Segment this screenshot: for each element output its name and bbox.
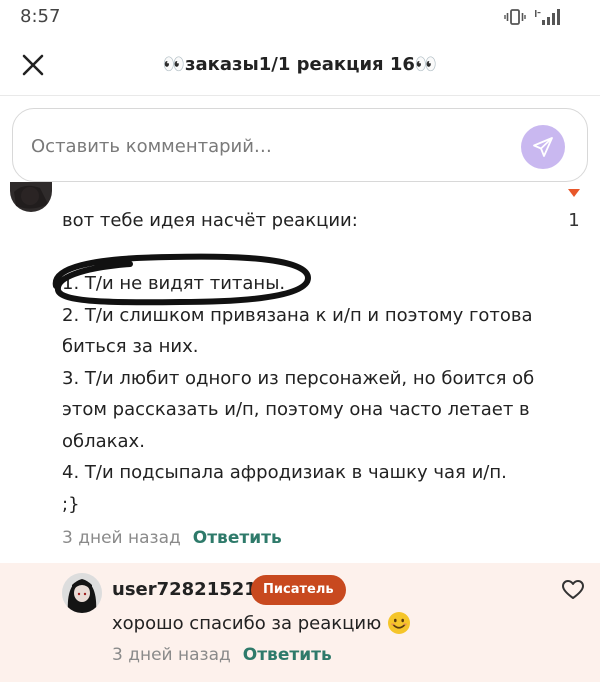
like-arrow-icon: [568, 189, 580, 197]
reply-text: хорошо спасибо за реакцию: [112, 612, 382, 634]
reply-meta: 3 дней назад Ответить: [112, 645, 332, 665]
comment-input[interactable]: [31, 131, 501, 161]
comment-line: этом рассказать и/п, поэтому она часто л…: [62, 399, 530, 420]
reply-time: 3 дней назад: [112, 645, 231, 665]
send-icon: [533, 137, 553, 157]
avatar[interactable]: [62, 573, 102, 613]
app-header: 👀заказы1/1 реакция 16👀: [0, 34, 600, 96]
comment-line: 2. Т/и слишком привязана к и/п и поэтому…: [62, 304, 533, 326]
heart-button[interactable]: [561, 578, 585, 602]
comment-line: облаках.: [62, 430, 145, 452]
like-count: 1: [568, 210, 580, 231]
status-icons: [504, 8, 562, 26]
avatar[interactable]: [10, 182, 52, 212]
reply-text-row: хорошо спасибо за реакцию: [112, 611, 411, 635]
smile-emoji-icon: [388, 612, 411, 634]
comment-text: вот тебе идея насчёт реакции: 1. Т/и не …: [62, 205, 535, 520]
comment-line: вот тебе идея насчёт реакции:: [62, 210, 358, 231]
comment-line: 3. Т/и любит одного из персонажей, но бо…: [62, 367, 535, 389]
comment-line: биться за них.: [62, 336, 199, 357]
comment-time: 3 дней назад: [62, 528, 181, 548]
send-button[interactable]: [521, 125, 565, 169]
reply-block: user72821521 Писатель хорошо спасибо за …: [0, 563, 600, 682]
page-title: 👀заказы1/1 реакция 16👀: [162, 54, 438, 75]
reply-button[interactable]: Ответить: [243, 645, 332, 665]
heart-icon: [562, 580, 584, 599]
vibrate-icon: [504, 8, 526, 26]
status-time: 8:57: [20, 6, 61, 27]
comment-line: [62, 237, 532, 269]
comment-box: [12, 108, 588, 182]
reply-username[interactable]: user72821521: [112, 579, 257, 600]
comment-line: 1. Т/и не видят титаны.: [62, 273, 286, 294]
like-button[interactable]: 1: [562, 188, 586, 236]
comment-line: ;}: [62, 493, 80, 515]
comment-line: 4. Т/и подсыпала афродизиак в чашку чая …: [62, 462, 507, 483]
status-bar: 8:57: [0, 0, 600, 34]
signal-icon: [534, 9, 562, 25]
writer-badge: Писатель: [251, 575, 346, 605]
comment-meta: 3 дней назад Ответить: [62, 528, 282, 548]
reply-button[interactable]: Ответить: [193, 528, 282, 548]
